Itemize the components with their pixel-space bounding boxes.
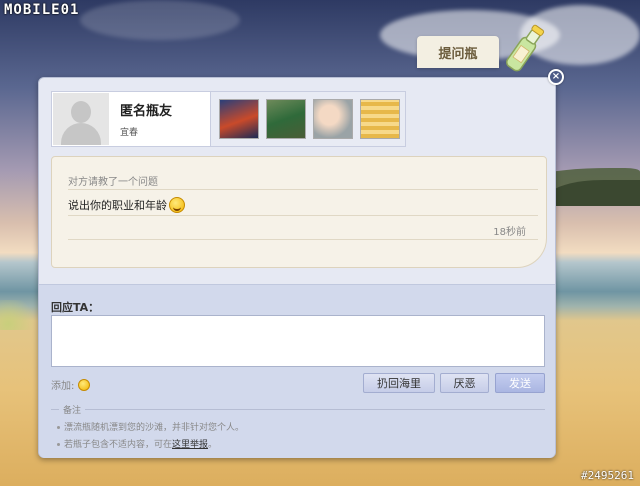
sender-profile-card: 匿名瓶友 宜春 bbox=[51, 91, 406, 147]
avatar[interactable] bbox=[53, 93, 109, 145]
throw-back-button[interactable]: 扔回海里 bbox=[363, 373, 435, 393]
add-emoticon: 添加: bbox=[51, 377, 91, 392]
message-box: 对方请教了一个问题 说出你的职业和年龄 18秒前 bbox=[51, 156, 547, 268]
photo-thumbnail[interactable] bbox=[219, 99, 259, 139]
photo-thumbnail[interactable] bbox=[266, 99, 306, 139]
note-item: 若瓶子包含不适内容，可在这里举报。 bbox=[51, 437, 545, 450]
photo-thumbnail[interactable] bbox=[313, 99, 353, 139]
grass-decoration bbox=[0, 300, 40, 330]
message-text-row: 说出你的职业和年龄 bbox=[68, 197, 185, 213]
cloud-decoration bbox=[80, 0, 240, 40]
user-info: 匿名瓶友 宜春 bbox=[110, 92, 210, 146]
bottle-icon bbox=[506, 24, 545, 72]
message-header: 对方请教了一个问题 bbox=[68, 177, 158, 188]
send-button[interactable]: 发送 bbox=[495, 373, 545, 393]
report-link[interactable]: 这里举报 bbox=[172, 440, 208, 450]
reply-label: 回应TA： bbox=[51, 301, 100, 314]
message-time: 18秒前 bbox=[493, 227, 526, 238]
user-location: 宜春 bbox=[120, 128, 139, 138]
divider bbox=[68, 189, 538, 190]
reply-area: 回应TA： 添加: 扔回海里 厌恶 发送 备注 漂流瓶随机漂到您的沙滩，并非针对… bbox=[39, 284, 555, 458]
notes-title: 备注 bbox=[51, 403, 545, 416]
photo-thumbnail[interactable] bbox=[360, 99, 400, 139]
user-name: 匿名瓶友 bbox=[120, 104, 173, 119]
bottle-tab[interactable]: 提问瓶 bbox=[417, 36, 499, 68]
close-icon[interactable]: × bbox=[548, 69, 564, 85]
bottle-dialog: 匿名瓶友 宜春 对方请教了一个问题 说出你的职业和年龄 18秒前 回应TA： 添… bbox=[38, 77, 556, 458]
reply-input[interactable] bbox=[51, 315, 545, 367]
watermark: #2495261 bbox=[581, 469, 634, 482]
divider bbox=[68, 239, 538, 240]
message-text: 说出你的职业和年龄 bbox=[68, 199, 167, 212]
note-item: 漂流瓶随机漂到您的沙滩，并非针对您个人。 bbox=[51, 420, 545, 433]
smiley-icon bbox=[169, 197, 185, 213]
emoticon-picker-icon[interactable] bbox=[78, 378, 91, 391]
add-label: 添加: bbox=[51, 381, 75, 392]
divider bbox=[68, 215, 538, 216]
notes-section: 备注 漂流瓶随机漂到您的沙滩，并非针对您个人。 若瓶子包含不适内容，可在这里举报… bbox=[51, 403, 545, 450]
site-logo: MOBILE01 bbox=[4, 2, 80, 18]
hate-button[interactable]: 厌恶 bbox=[440, 373, 489, 393]
photo-strip bbox=[210, 92, 405, 146]
